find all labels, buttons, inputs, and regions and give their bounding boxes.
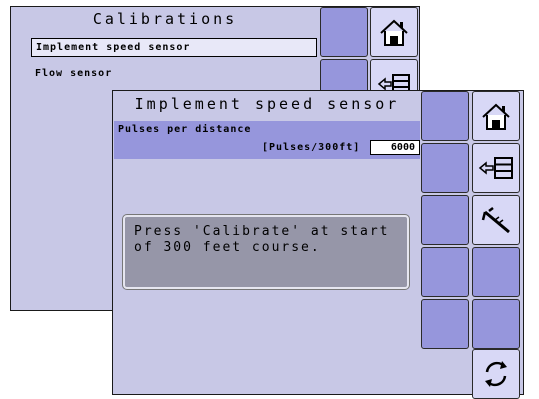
- back-screen-blank-button[interactable]: [320, 7, 368, 57]
- back-list-icon: [478, 157, 513, 179]
- instruction-message: Press 'Calibrate' at start of 300 feet c…: [123, 215, 409, 289]
- list-item-label: Flow sensor: [35, 68, 113, 79]
- list-item-flow-sensor[interactable]: Flow sensor: [35, 68, 112, 79]
- blank-button-1[interactable]: [421, 91, 469, 141]
- back-screen-home-button[interactable]: [370, 7, 418, 57]
- calibrations-title: Calibrations: [92, 10, 238, 28]
- blank-button-7[interactable]: [472, 299, 520, 349]
- calibrate-button[interactable]: [472, 195, 520, 245]
- blank-button-5[interactable]: [472, 247, 520, 297]
- caliper-icon: [481, 207, 510, 234]
- list-item-implement-speed-sensor[interactable]: Implement speed sensor: [31, 38, 317, 57]
- selected-setting-row[interactable]: Pulses per distance [Pulses/300ft] 6000: [114, 121, 420, 159]
- blank-button-2[interactable]: [421, 143, 469, 193]
- blank-button-6[interactable]: [421, 299, 469, 349]
- list-item-label: Implement speed sensor: [36, 42, 191, 53]
- home-icon: [482, 103, 510, 130]
- pulses-value-field[interactable]: 6000: [370, 140, 420, 155]
- home-button[interactable]: [472, 91, 520, 141]
- refresh-button[interactable]: [472, 349, 520, 399]
- refresh-icon: [485, 361, 507, 387]
- unit-label: [Pulses/300ft]: [262, 142, 361, 153]
- back-button[interactable]: [472, 143, 520, 193]
- home-icon: [380, 19, 408, 46]
- screen-title: Implement speed sensor: [134, 95, 400, 113]
- blank-button-3[interactable]: [421, 195, 469, 245]
- blank-button-4[interactable]: [421, 247, 469, 297]
- implement-speed-sensor-screen: Implement speed sensor Pulses per distan…: [112, 90, 524, 399]
- setting-label: Pulses per distance: [118, 124, 252, 135]
